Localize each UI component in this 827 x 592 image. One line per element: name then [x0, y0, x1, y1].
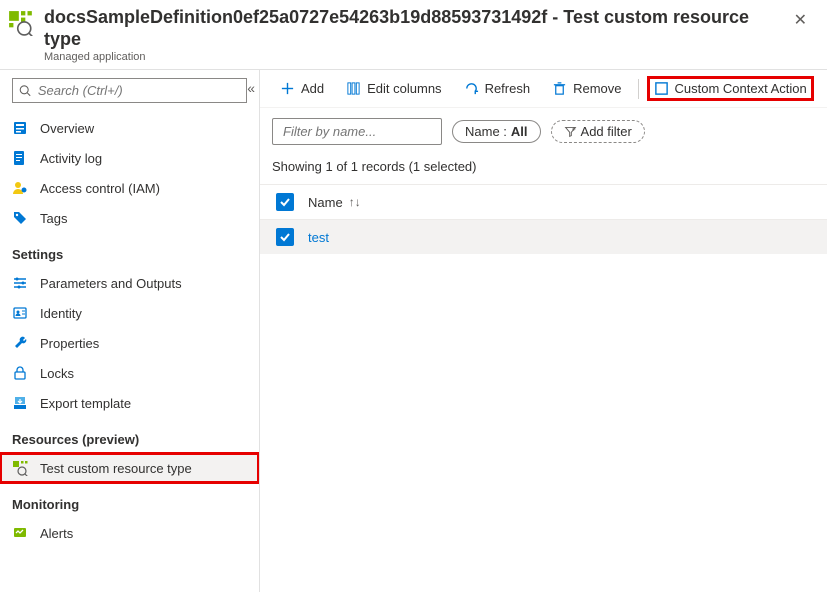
section-monitoring: Monitoring	[0, 483, 259, 518]
section-settings: Settings	[0, 233, 259, 268]
add-button[interactable]: Add	[272, 77, 332, 100]
search-input[interactable]	[38, 83, 240, 98]
button-label: Remove	[573, 81, 621, 96]
sidebar: « Overview Activity log Access control (…	[0, 70, 260, 592]
check-icon	[279, 231, 291, 243]
table-header-row: Name ↑↓	[260, 184, 827, 220]
nav-label: Access control (IAM)	[40, 181, 160, 196]
add-filter-icon	[564, 125, 577, 138]
column-label: Name	[308, 195, 343, 210]
activity-log-icon	[12, 150, 28, 166]
properties-icon	[12, 335, 28, 351]
page-title: docsSampleDefinition0ef25a0727e54263b19d…	[44, 6, 786, 50]
button-label: Custom Context Action	[675, 81, 807, 96]
nav-label: Overview	[40, 121, 94, 136]
collapse-sidebar-button[interactable]: «	[247, 80, 255, 96]
nav-properties[interactable]: Properties	[0, 328, 259, 358]
square-icon	[654, 81, 669, 96]
export-icon	[12, 395, 28, 411]
identity-icon	[12, 305, 28, 321]
button-label: Add	[301, 81, 324, 96]
nav-label: Test custom resource type	[40, 461, 192, 476]
edit-columns-button[interactable]: Edit columns	[338, 77, 449, 100]
main-content: Add Edit columns Refresh Remove Custom C…	[260, 70, 827, 592]
columns-icon	[346, 81, 361, 96]
record-count-status: Showing 1 of 1 records (1 selected)	[260, 155, 827, 184]
button-label: Edit columns	[367, 81, 441, 96]
sidebar-search[interactable]	[12, 78, 247, 103]
pill-label: Name :	[465, 124, 507, 139]
section-resources: Resources (preview)	[0, 418, 259, 453]
row-name-link[interactable]: test	[308, 230, 329, 245]
nav-label: Parameters and Outputs	[40, 276, 182, 291]
page-header: docsSampleDefinition0ef25a0727e54263b19d…	[0, 0, 827, 70]
trash-icon	[552, 81, 567, 96]
pill-label: Add filter	[581, 124, 632, 139]
pill-value: All	[511, 124, 528, 139]
overview-icon	[12, 120, 28, 136]
nav-identity[interactable]: Identity	[0, 298, 259, 328]
nav-overview[interactable]: Overview	[0, 113, 259, 143]
nav-access-control[interactable]: Access control (IAM)	[0, 173, 259, 203]
nav-alerts[interactable]: Alerts	[0, 518, 259, 548]
refresh-button[interactable]: Refresh	[456, 77, 539, 100]
table-row[interactable]: test	[260, 220, 827, 254]
nav-label: Alerts	[40, 526, 73, 541]
access-control-icon	[12, 180, 28, 196]
nav-parameters-outputs[interactable]: Parameters and Outputs	[0, 268, 259, 298]
alerts-icon	[12, 525, 28, 541]
nav-locks[interactable]: Locks	[0, 358, 259, 388]
custom-resource-icon	[12, 460, 28, 476]
row-checkbox[interactable]	[276, 228, 294, 246]
column-header-name[interactable]: Name ↑↓	[308, 195, 361, 210]
plus-icon	[280, 81, 295, 96]
refresh-icon	[464, 81, 479, 96]
page-subtitle: Managed application	[44, 51, 786, 63]
button-label: Refresh	[485, 81, 531, 96]
resource-icon	[8, 10, 34, 36]
filter-by-name-input[interactable]	[272, 118, 442, 145]
sort-icon: ↑↓	[349, 195, 361, 209]
nav-test-custom-resource-type[interactable]: Test custom resource type	[0, 453, 259, 483]
add-filter-pill[interactable]: Add filter	[551, 120, 645, 143]
nav-label: Activity log	[40, 151, 102, 166]
custom-context-action-button[interactable]: Custom Context Action	[647, 76, 814, 101]
nav-label: Identity	[40, 306, 82, 321]
search-icon	[19, 84, 32, 98]
select-all-checkbox[interactable]	[276, 193, 294, 211]
tags-icon	[12, 210, 28, 226]
nav-activity-log[interactable]: Activity log	[0, 143, 259, 173]
toolbar-separator	[638, 79, 639, 99]
nav-label: Tags	[40, 211, 67, 226]
toolbar: Add Edit columns Refresh Remove Custom C…	[260, 70, 827, 108]
lock-icon	[12, 365, 28, 381]
name-filter-pill[interactable]: Name : All	[452, 120, 541, 143]
check-icon	[279, 196, 291, 208]
nav-label: Locks	[40, 366, 74, 381]
nav-label: Export template	[40, 396, 131, 411]
close-button[interactable]: ✕	[786, 6, 815, 34]
nav-export-template[interactable]: Export template	[0, 388, 259, 418]
sliders-icon	[12, 275, 28, 291]
nav-label: Properties	[40, 336, 99, 351]
nav-tags[interactable]: Tags	[0, 203, 259, 233]
remove-button[interactable]: Remove	[544, 77, 629, 100]
filter-bar: Name : All Add filter	[260, 108, 827, 155]
